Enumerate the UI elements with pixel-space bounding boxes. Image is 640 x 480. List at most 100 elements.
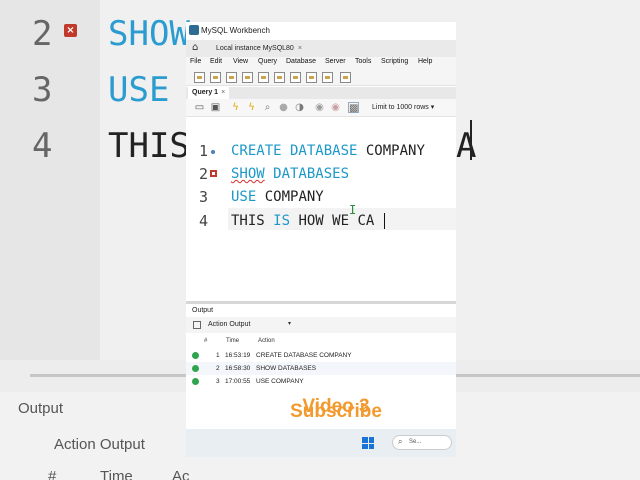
menu-server[interactable]: Server [325, 58, 346, 65]
search-table-data-icon[interactable] [322, 72, 333, 83]
create-view-icon[interactable] [274, 72, 285, 83]
copy-icon[interactable] [193, 321, 201, 329]
create-procedure-icon[interactable] [290, 72, 301, 83]
background-col: Ac [172, 468, 190, 480]
row-number: 2 [216, 365, 220, 372]
code-line: CREATE DATABASE COMPANY [231, 143, 425, 159]
menu-bar: File Edit View Query Database Server Too… [186, 57, 456, 70]
code-line: SHOW DATABASES [231, 166, 349, 182]
identifier: THIS [231, 213, 274, 229]
background-code: USE [108, 70, 170, 110]
line-number: 2 [199, 165, 209, 183]
open-sql-script-icon[interactable] [210, 72, 221, 83]
taskbar-search[interactable]: ⌕ Se... [392, 435, 452, 450]
menu-database[interactable]: Database [286, 58, 316, 65]
stop-icon[interactable]: ● [278, 102, 289, 113]
commit-icon[interactable]: ◉ [314, 102, 325, 113]
row-action: USE COMPANY [256, 378, 304, 385]
home-icon[interactable]: ⌂ [192, 42, 198, 53]
object-inspector-icon[interactable] [226, 72, 237, 83]
keyword: IS [273, 213, 291, 229]
line-number: 1 [199, 142, 209, 160]
query-tab-row: Query 1 × [186, 87, 456, 99]
app-title: MySQL Workbench [201, 26, 270, 35]
overlay-subscribe-label: Subscribe [290, 401, 382, 422]
success-icon [192, 378, 199, 385]
close-icon[interactable]: × [298, 45, 302, 52]
background-code: SHOW [108, 14, 190, 54]
identifier: COMPANY [365, 143, 425, 159]
mysql-workbench-window: MySQL Workbench ⌂ Local instance MySQL80… [186, 22, 456, 457]
error-marker [210, 170, 217, 177]
menu-edit[interactable]: Edit [210, 58, 222, 65]
new-sql-tab-icon[interactable] [194, 72, 205, 83]
identifier: HOW WE CA [298, 213, 375, 229]
statement-marker [211, 150, 215, 154]
windows-start-icon[interactable] [362, 437, 374, 449]
row-number: 3 [216, 378, 220, 385]
connection-tab[interactable]: Local instance MySQL80 × [210, 41, 308, 56]
table-row[interactable]: 2 16:58:30 SHOW DATABASES [186, 362, 456, 375]
menu-help[interactable]: Help [418, 58, 432, 65]
editor-gutter: 1 2 3 4 [186, 117, 228, 297]
connection-tab-label: Local instance MySQL80 [216, 45, 294, 52]
row-time: 16:58:30 [225, 365, 251, 372]
background-col: # [48, 468, 57, 480]
menu-view[interactable]: View [233, 58, 248, 65]
background-code: THIS [108, 126, 190, 166]
background-line-number: 4 [32, 126, 53, 166]
execute-icon[interactable]: ϟ [230, 102, 241, 113]
connection-tab-row: ⌂ Local instance MySQL80 × [186, 40, 456, 57]
chevron-down-icon[interactable]: ▾ [288, 320, 291, 327]
keyword: USE [231, 189, 257, 205]
line-number: 3 [199, 188, 209, 206]
output-toolbar: Action Output ▾ [186, 317, 456, 333]
auto-commit-icon[interactable]: ▩ [348, 102, 359, 114]
menu-scripting[interactable]: Scripting [381, 58, 408, 65]
success-icon [192, 365, 199, 372]
toggle-continue-icon[interactable]: ◑ [294, 102, 305, 113]
save-icon[interactable]: ▣ [210, 102, 221, 113]
explain-icon[interactable]: ⌕ [262, 102, 273, 113]
open-folder-icon[interactable]: ▭ [194, 102, 205, 113]
success-icon [192, 352, 199, 359]
keyword: SHOW DATABASES [231, 166, 350, 182]
taskbar: ⌕ Se... [186, 429, 456, 457]
menu-tools[interactable]: Tools [355, 58, 371, 65]
create-schema-icon[interactable] [242, 72, 253, 83]
sql-editor[interactable]: 1 2 3 4 CREATE DATABASE COMPANY SHOW DAT… [186, 117, 456, 297]
reconnect-icon[interactable] [340, 72, 351, 83]
output-type-select[interactable]: Action Output [208, 321, 250, 328]
title-bar: MySQL Workbench [186, 22, 456, 40]
column-header: Time [226, 338, 240, 344]
column-header: # [204, 338, 208, 344]
row-time: 17:00:55 [225, 378, 251, 385]
table-row[interactable]: 1 16:53:19 CREATE DATABASE COMPANY [186, 349, 456, 362]
background-line-number: 2 [32, 14, 53, 54]
row-number: 1 [216, 352, 220, 359]
mouse-ibeam-icon: I [349, 203, 357, 217]
limit-rows-value: Limit to 1000 rows [372, 104, 429, 111]
keyword: CREATE DATABASE [231, 143, 358, 159]
background-output-title: Output [18, 400, 64, 417]
background-action-output: Action Output [54, 436, 145, 453]
search-icon: ⌕ [398, 437, 403, 446]
close-icon[interactable]: × [221, 89, 225, 96]
row-action: SHOW DATABASES [256, 365, 317, 372]
menu-file[interactable]: File [190, 58, 201, 65]
background-caret [470, 120, 472, 160]
row-time: 16:53:19 [225, 352, 251, 359]
query-tab[interactable]: Query 1 × [188, 87, 230, 99]
execute-current-icon[interactable]: ϟ [246, 102, 257, 113]
text-caret [384, 213, 385, 229]
menu-query[interactable]: Query [258, 58, 277, 65]
table-row[interactable]: 3 17:00:55 USE COMPANY [186, 375, 456, 388]
limit-rows-select[interactable]: Limit to 1000 rows ▾ [372, 103, 434, 111]
query-tab-label: Query 1 [192, 89, 219, 96]
background-error-marker: × [64, 24, 77, 37]
rollback-icon[interactable]: ◉ [330, 102, 341, 113]
column-header: Action [258, 338, 275, 344]
create-function-icon[interactable] [306, 72, 317, 83]
create-table-icon[interactable] [258, 72, 269, 83]
workbench-icon [189, 25, 199, 35]
